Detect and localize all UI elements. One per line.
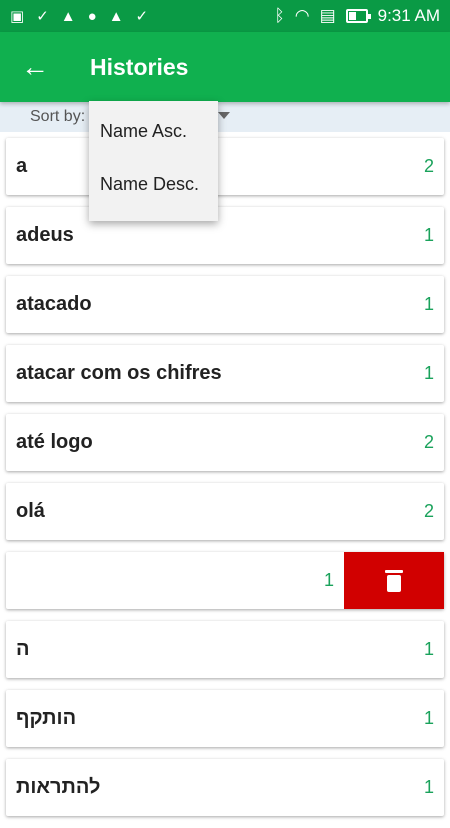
- history-count: 1: [423, 363, 434, 383]
- list-item-swiped[interactable]: 1: [6, 552, 444, 609]
- sort-label: Sort by:: [30, 108, 86, 125]
- status-time: 9:31 AM: [377, 6, 440, 25]
- list-item[interactable]: להתראות 1: [6, 759, 444, 816]
- history-count: 1: [423, 294, 434, 314]
- list-item[interactable]: atacar com os chifres 1: [6, 345, 444, 402]
- app-bar: ← Histories: [0, 32, 450, 102]
- history-count: 2: [423, 501, 434, 521]
- warning-icon: ▲: [60, 7, 76, 25]
- back-arrow-icon[interactable]: ←: [0, 32, 70, 102]
- history-word: atacar com os chifres: [16, 362, 222, 384]
- history-count: 1: [423, 225, 434, 245]
- list-item[interactable]: adeus 1: [6, 207, 444, 264]
- list-item[interactable]: a 2: [6, 138, 444, 195]
- history-list: a 2 adeus 1 atacado 1 atacar com os chif…: [0, 132, 450, 828]
- history-count: 2: [423, 432, 434, 452]
- history-count: 2: [423, 156, 434, 176]
- delete-button[interactable]: [344, 552, 444, 609]
- page-title: Histories: [90, 53, 189, 80]
- list-item[interactable]: הותקף 1: [6, 690, 444, 747]
- check-icon: ✓: [135, 7, 149, 25]
- list-item[interactable]: olá 2: [6, 483, 444, 540]
- sd-card-icon: ▤: [319, 6, 336, 25]
- list-item[interactable]: atacado 1: [6, 276, 444, 333]
- history-word: adeus: [16, 224, 74, 246]
- history-word: atacado: [16, 293, 92, 315]
- history-count: 1: [423, 777, 434, 797]
- sort-dropdown-menu: Name Asc. Name Desc.: [89, 101, 218, 221]
- alert-icon: ●: [87, 7, 97, 25]
- history-count: 1: [323, 570, 334, 590]
- history-word: até logo: [16, 431, 93, 453]
- image-icon: ▣: [10, 7, 25, 25]
- bluetooth-icon: ᛒ: [274, 6, 285, 25]
- battery-icon: [345, 9, 371, 23]
- check-icon: ✓: [36, 7, 49, 25]
- history-word: הותקף: [16, 707, 77, 729]
- list-item[interactable]: ה 1: [6, 621, 444, 678]
- history-word: olá: [16, 500, 45, 522]
- history-word: a: [16, 155, 28, 177]
- notification-icons: ▣ ✓ ▲ ● ▲ ✓: [10, 9, 148, 24]
- sort-option-name-asc[interactable]: Name Asc.: [89, 109, 218, 154]
- history-count: 1: [423, 708, 434, 728]
- wifi-icon: ◠: [294, 6, 310, 25]
- history-word: להתראות: [16, 776, 101, 798]
- warning-icon: ▲: [108, 7, 124, 25]
- status-bar: ▣ ✓ ▲ ● ▲ ✓ ᛒ ◠ ▤ 9:31 AM: [0, 0, 450, 32]
- sort-dropdown-caret-icon[interactable]: [218, 112, 230, 119]
- list-item[interactable]: até logo 2: [6, 414, 444, 471]
- trash-icon: [384, 569, 404, 592]
- history-word: ה: [16, 638, 30, 660]
- history-count: 1: [423, 639, 434, 659]
- sort-option-name-desc[interactable]: Name Desc.: [89, 154, 218, 214]
